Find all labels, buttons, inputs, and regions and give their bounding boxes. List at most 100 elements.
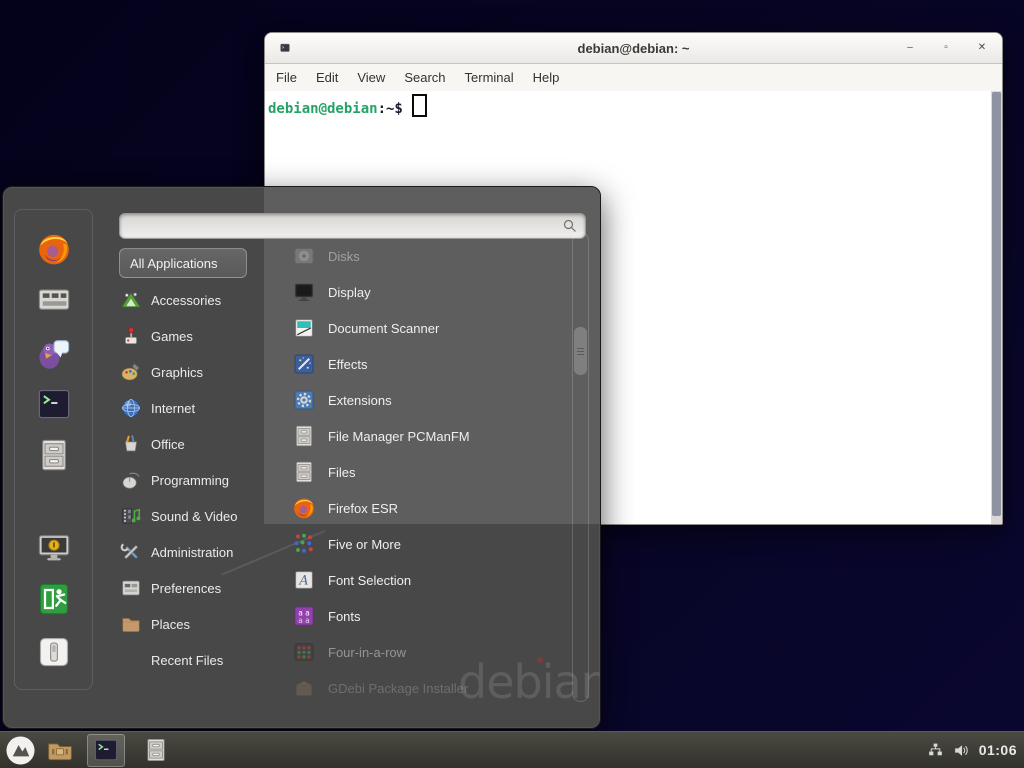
svg-text:A: A (298, 574, 308, 589)
favorite-lock-screen[interactable] (36, 530, 72, 566)
category-places[interactable]: Places (117, 606, 267, 642)
favorite-firefox[interactable] (36, 231, 72, 267)
search-input[interactable] (120, 214, 562, 238)
terminal-menubar: File Edit View Search Terminal Help (265, 64, 1002, 91)
pidgin-icon (36, 335, 72, 371)
preferences-icon (120, 577, 142, 599)
sound-video-icon (120, 505, 142, 527)
favorite-pidgin[interactable] (36, 335, 72, 371)
terminal-scrollbar[interactable] (991, 91, 1002, 524)
taskbar-items (35, 734, 175, 767)
menu-scrollbar-track[interactable] (572, 232, 589, 702)
menubar-terminal[interactable]: Terminal (465, 70, 514, 85)
category-administration[interactable]: Administration (117, 534, 267, 570)
menubar-help[interactable]: Help (533, 70, 560, 85)
clock[interactable]: 01:06 (979, 742, 1017, 758)
favorite-file-manager[interactable] (36, 437, 72, 473)
category-all-applications[interactable]: All Applications (119, 248, 247, 278)
app-four-in-a-row[interactable]: Four-in-a-row (286, 634, 570, 670)
menubar-view[interactable]: View (357, 70, 385, 85)
app-label: Effects (328, 357, 368, 372)
category-internet[interactable]: Internet (117, 390, 267, 426)
favorite-logout[interactable] (36, 581, 72, 617)
category-label: Internet (151, 401, 195, 416)
app-files[interactable]: Files (286, 454, 570, 490)
favorite-shutdown[interactable] (36, 634, 72, 670)
network-icon[interactable] (927, 742, 944, 759)
app-label: Font Selection (328, 573, 411, 588)
taskbar-pcmanfm-launcher[interactable] (45, 735, 75, 765)
games-icon (120, 325, 142, 347)
minimize-button[interactable]: – (904, 42, 916, 54)
taskbar-files-task[interactable] (137, 734, 175, 767)
desktop: debian@debian: ~ –▫✕ FileEditViewSearchT… (0, 0, 1024, 768)
category-programming[interactable]: Programming (117, 462, 267, 498)
category-preferences[interactable]: Preferences (117, 570, 267, 606)
category-label: Sound & Video (151, 509, 238, 524)
app-display[interactable]: Display (286, 274, 570, 310)
category-label: All Applications (130, 256, 217, 271)
terminal-mini-icon (278, 41, 292, 55)
menubar-file[interactable]: File (276, 70, 297, 85)
app-extensions[interactable]: Extensions (286, 382, 570, 418)
category-graphics[interactable]: Graphics (117, 354, 267, 390)
app-file-manager-pcmanfm[interactable]: File Manager PCManFM (286, 418, 570, 454)
places-icon (120, 613, 142, 635)
app-document-scanner[interactable]: Document Scanner (286, 310, 570, 346)
administration-icon (120, 541, 142, 563)
maximize-button[interactable]: ▫ (940, 42, 952, 54)
prompt-path: :~$ (378, 101, 403, 117)
close-button[interactable]: ✕ (976, 42, 988, 54)
category-recent-files[interactable]: Recent Files (117, 642, 267, 678)
package-icon (292, 676, 316, 700)
favorite-keyboard-app[interactable] (36, 281, 72, 317)
keyboard-icon (36, 281, 72, 317)
menu-scrollbar-thumb[interactable] (574, 327, 587, 375)
categories-column: All Applications Accessories Games Graphics… (117, 246, 267, 678)
app-disks[interactable]: Disks (286, 238, 570, 274)
category-label: Preferences (151, 581, 221, 596)
fonts-icon: a aa a (292, 604, 316, 628)
display-icon (292, 280, 316, 304)
app-label: Files (328, 465, 355, 480)
app-five-or-more[interactable]: Five or More (286, 526, 570, 562)
app-label: Document Scanner (328, 321, 439, 336)
category-accessories[interactable]: Accessories (117, 282, 267, 318)
app-label: File Manager PCManFM (328, 429, 470, 444)
favorites-column (14, 209, 93, 690)
file-cabinet-icon (292, 460, 316, 484)
app-label: GDebi Package Installer (328, 681, 468, 696)
search-icon (562, 218, 578, 234)
firefox-icon (36, 231, 72, 267)
four-in-a-row-icon (292, 640, 316, 664)
app-fonts[interactable]: a aa aFonts (286, 598, 570, 634)
font-selection-icon: A (292, 568, 316, 592)
taskbar-menu-button[interactable] (5, 735, 35, 765)
taskbar-terminal-task[interactable] (87, 734, 125, 767)
category-sound-video[interactable]: Sound & Video (117, 498, 267, 534)
terminal-icon (36, 386, 72, 422)
svg-text:a a: a a (298, 616, 310, 625)
menubar-edit[interactable]: Edit (316, 70, 338, 85)
app-effects[interactable]: Effects (286, 346, 570, 382)
category-games[interactable]: Games (117, 318, 267, 354)
application-menu: debian All ApplicationsAccessoriesGamesG… (2, 186, 601, 729)
app-font-selection[interactable]: A Font Selection (286, 562, 570, 598)
terminal-cursor (412, 94, 427, 117)
favorite-terminal[interactable] (36, 386, 72, 422)
app-gdebi-package-installer[interactable]: GDebi Package Installer (286, 670, 570, 706)
shell-prompt: debian@debian:~$ (268, 94, 427, 117)
category-office[interactable]: Office (117, 426, 267, 462)
app-firefox-esr[interactable]: Firefox ESR (286, 490, 570, 526)
volume-icon[interactable] (953, 742, 970, 759)
prompt-user-host: debian@debian (268, 101, 378, 117)
terminal-scrollbar-thumb[interactable] (992, 92, 1001, 516)
firefox-icon (292, 496, 316, 520)
tray-icons (927, 742, 970, 759)
menubar-search[interactable]: Search (404, 70, 445, 85)
file-cabinet-icon (292, 424, 316, 448)
category-label: Administration (151, 545, 233, 560)
terminal-titlebar[interactable]: debian@debian: ~ –▫✕ (265, 33, 1002, 64)
category-label: Places (151, 617, 190, 632)
category-label: Games (151, 329, 193, 344)
